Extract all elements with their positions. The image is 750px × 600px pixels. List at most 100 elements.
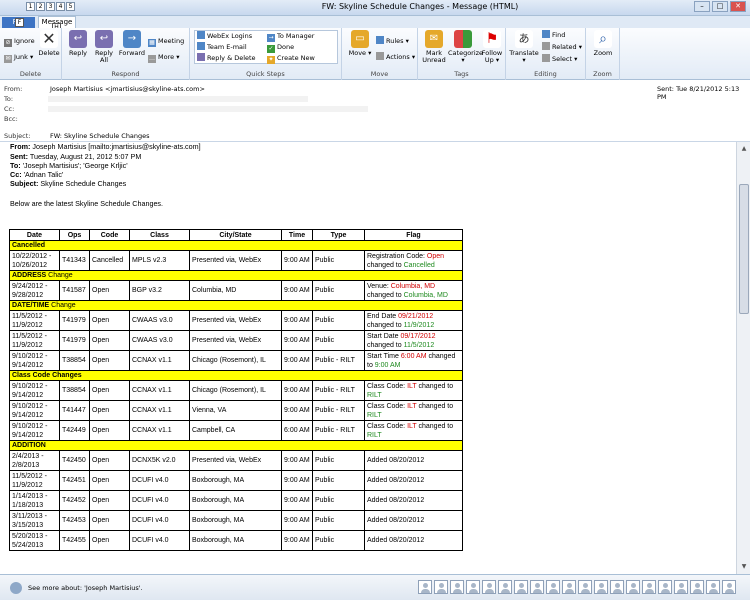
cell-class: CWAAS v3.0 <box>129 310 190 331</box>
flag-icon: ⚑ <box>483 30 501 48</box>
flag-part-d: RILT <box>367 411 382 419</box>
move-button[interactable]: ▭ Move ▾ <box>346 30 374 57</box>
categorize-label: Categorize <box>448 49 484 57</box>
flag-part-c: changed to <box>367 261 404 269</box>
contact-avatar-icon[interactable] <box>626 580 640 594</box>
ignore-button[interactable]: ⊘ Ignore <box>4 36 35 47</box>
flag-part-c: changed to <box>367 341 404 349</box>
cell-date: 3/11/2013 - 3/15/2013 <box>9 510 60 531</box>
contact-avatar-icon[interactable] <box>498 580 512 594</box>
zoom-button[interactable]: ⌕ Zoom <box>590 30 616 57</box>
contact-avatar-icon[interactable] <box>594 580 608 594</box>
cell-class: MPLS v2.3 <box>129 250 190 271</box>
cell-type: Public - RILT <box>312 380 365 401</box>
related-button[interactable]: Related ▾ <box>542 42 582 52</box>
qat-next-icon[interactable]: 5 <box>66 2 75 11</box>
contact-avatar-icon[interactable] <box>610 580 624 594</box>
cell-time: 9:00 AM <box>281 280 313 301</box>
minimize-button[interactable]: – <box>694 1 710 12</box>
contact-avatar-icon[interactable] <box>722 580 736 594</box>
delete-button[interactable]: ✕ Delete <box>38 30 60 57</box>
fwd-from-line: From: Joseph Martisius [mailto:jmartisiu… <box>10 142 201 151</box>
more-icon: … <box>148 55 156 63</box>
quick-step-create-new[interactable]: ✦ Create New <box>267 53 315 64</box>
cell-city: Boxborough, MA <box>189 530 282 551</box>
translate-button[interactable]: あ Translate ▾ <box>508 30 540 64</box>
meeting-button[interactable]: ▦ Meeting <box>148 36 184 47</box>
quick-step-label: Team E-mail <box>207 43 247 51</box>
junk-button[interactable]: ✉ Junk ▾ <box>4 52 33 63</box>
section-title-cell: Cancelled <box>9 240 463 251</box>
contact-avatar-icon[interactable] <box>642 580 656 594</box>
close-button[interactable]: ✕ <box>730 1 746 12</box>
quick-step-webex-logins[interactable]: WebEx Logins <box>197 31 252 41</box>
maximize-button[interactable]: □ <box>712 1 728 12</box>
check-icon: ✓ <box>267 45 275 53</box>
team-icon <box>197 42 205 50</box>
fwd-sent-line: Sent: Tuesday, August 21, 2012 5:07 PM <box>10 152 141 161</box>
cell-type: Public - RILT <box>312 420 365 441</box>
reply-button[interactable]: ↩ Reply <box>66 30 90 57</box>
follow-up-button[interactable]: ⚑ Follow Up ▾ <box>480 30 504 64</box>
categorize-button[interactable]: Categorize ▾ <box>448 30 483 64</box>
cell-time: 9:00 AM <box>281 310 313 331</box>
mark-unread-button[interactable]: ✉ Mark Unread <box>420 30 448 64</box>
flag-part-d: RILT <box>367 431 382 439</box>
contact-avatar-icon[interactable] <box>658 580 672 594</box>
rules-button[interactable]: Rules ▾ <box>376 36 409 46</box>
scroll-down-icon[interactable]: ▼ <box>739 562 749 572</box>
contact-avatar-icon[interactable] <box>450 580 464 594</box>
qat-save-icon[interactable]: 1 <box>26 2 35 11</box>
cell-type: Public <box>312 330 365 351</box>
contact-avatar-icon[interactable] <box>578 580 592 594</box>
flag-part-a: Added 08/20/2012 <box>367 477 425 484</box>
contact-avatar-icon[interactable] <box>418 580 432 594</box>
cell-flag: Added 08/20/2012 <box>364 450 463 471</box>
more-button[interactable]: … More ▾ <box>148 52 179 63</box>
contact-avatar-icon[interactable] <box>562 580 576 594</box>
from-label: From: <box>4 85 23 93</box>
fwd-sent-label: Sent: <box>10 152 28 161</box>
find-button[interactable]: Find <box>542 30 565 40</box>
contact-avatar-icon[interactable] <box>530 580 544 594</box>
scroll-up-icon[interactable]: ▲ <box>739 144 749 154</box>
reply-icon: ↩ <box>69 30 87 48</box>
forward-button[interactable]: → Forward <box>118 30 146 57</box>
quick-step-done[interactable]: ✓ Done <box>267 42 294 53</box>
delete-x-icon: ✕ <box>40 30 58 48</box>
select-button[interactable]: Select ▾ <box>542 54 577 64</box>
contact-avatar-icon[interactable] <box>482 580 496 594</box>
scroll-thumb[interactable] <box>739 184 749 314</box>
editing-group-label: Editing <box>534 70 557 78</box>
contact-avatar-icon[interactable] <box>546 580 560 594</box>
ribbon-tabs: File Message F H <box>0 16 750 32</box>
rules-icon <box>376 36 384 44</box>
fwd-from-label: From: <box>10 142 31 151</box>
column-header: Code <box>89 229 130 241</box>
cell-ops: T41979 <box>59 310 90 331</box>
cell-flag: Added 08/20/2012 <box>364 470 463 491</box>
quick-step-team-email[interactable]: Team E-mail <box>197 42 247 52</box>
flag-part-b: 6:00 AM <box>400 352 427 360</box>
reply-all-button[interactable]: ↩ Reply All <box>92 30 116 64</box>
contact-avatar-icon[interactable] <box>466 580 480 594</box>
cell-ops: T42455 <box>59 530 90 551</box>
message-header: From: Joseph Martisius <jmartisius@skyli… <box>0 80 750 142</box>
contact-avatar-icon[interactable] <box>674 580 688 594</box>
qat-redo-icon[interactable]: 3 <box>46 2 55 11</box>
actions-button[interactable]: Actions ▾ <box>376 52 415 62</box>
contact-avatar-icon[interactable] <box>514 580 528 594</box>
contact-avatar-icon[interactable] <box>434 580 448 594</box>
quick-step-to-manager[interactable]: → To Manager <box>267 31 314 42</box>
from-value[interactable]: Joseph Martisius <jmartisius@skyline-ats… <box>50 85 205 93</box>
qat-previous-icon[interactable]: 4 <box>56 2 65 11</box>
contact-avatar-icon[interactable] <box>706 580 720 594</box>
qat-undo-icon[interactable]: 2 <box>36 2 45 11</box>
contact-avatar-icon[interactable] <box>690 580 704 594</box>
related-label: Related <box>552 43 577 51</box>
table-row: 1/14/2013 - 1/18/2013 T42452 Open DCUFI v4.… <box>9 490 463 511</box>
flag-part-d: 9:00 AM <box>374 361 401 369</box>
vertical-scrollbar[interactable]: ▲ ▼ <box>736 142 750 574</box>
quick-step-reply-delete[interactable]: Reply & Delete <box>197 53 256 63</box>
see-more-link[interactable]: See more about: 'Joseph Martisius'. <box>28 584 143 592</box>
